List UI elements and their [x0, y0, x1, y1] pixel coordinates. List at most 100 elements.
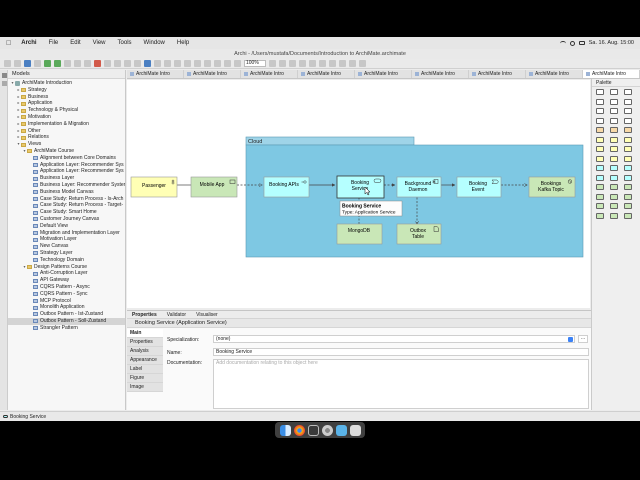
tree-item[interactable]: ▸ Other — [8, 128, 125, 135]
palette-tool[interactable] — [596, 193, 608, 203]
tree-item[interactable]: Strangler Pattern — [8, 325, 125, 332]
palette-tool[interactable] — [624, 203, 636, 212]
tree-item[interactable]: ▸ Application — [8, 100, 125, 107]
properties-section-analysis[interactable]: Analysis — [127, 347, 163, 356]
palette-tool[interactable] — [624, 165, 636, 174]
default-size-icon[interactable] — [234, 60, 241, 67]
tree-item[interactable]: Anti-Corruption Layer — [8, 270, 125, 277]
align-bottom-icon[interactable] — [204, 60, 211, 67]
menu-window[interactable]: Window — [138, 40, 171, 46]
node-kafka-topic[interactable]: Bookings Kafka Topic — [528, 176, 576, 198]
wifi-icon[interactable] — [559, 40, 566, 46]
palette-tool[interactable] — [610, 117, 622, 127]
palette-tool[interactable] — [596, 174, 608, 184]
palette-tool[interactable] — [596, 117, 608, 127]
palette-tool[interactable] — [610, 165, 622, 174]
properties-section-figure[interactable]: Figure — [127, 374, 163, 383]
match-height-icon[interactable] — [224, 60, 231, 67]
cut-icon[interactable] — [64, 60, 71, 67]
palette-tool[interactable] — [610, 212, 622, 222]
editor-tab[interactable]: ArchiMate Intro — [184, 70, 241, 78]
tree-item[interactable]: ▸ Implementation & Migration — [8, 121, 125, 128]
new-model-icon[interactable] — [4, 60, 11, 67]
tree-item[interactable]: ▸ Business — [8, 94, 125, 101]
palette-tool[interactable] — [596, 136, 608, 146]
finder-icon[interactable] — [279, 424, 291, 436]
tree-item[interactable]: ▸ Strategy — [8, 87, 125, 94]
menu-view[interactable]: View — [87, 40, 112, 46]
palette-tool[interactable] — [596, 155, 608, 165]
preview-icon[interactable] — [335, 424, 347, 436]
palette-tool[interactable] — [624, 89, 636, 98]
tree-item[interactable]: Outbox Pattern - Soll-Zustand — [8, 317, 125, 325]
specialization-manager-button[interactable]: … — [578, 335, 588, 343]
palette-tool[interactable] — [596, 146, 608, 155]
fill-colour-icon[interactable] — [269, 60, 276, 67]
palette-tool[interactable] — [624, 136, 636, 146]
tree-item[interactable]: CQRS Pattern - Async — [8, 284, 125, 291]
palette-tool[interactable] — [624, 117, 636, 127]
chrome-icon[interactable] — [293, 424, 305, 436]
tree-item[interactable]: Business Layer — [8, 175, 125, 182]
node-mobile-app[interactable]: Mobile App — [190, 176, 238, 198]
align-middle-icon[interactable] — [194, 60, 201, 67]
connection-router-icon[interactable] — [339, 60, 346, 67]
palette-tool[interactable] — [624, 127, 636, 136]
tab-visualiser[interactable]: Visualiser — [196, 311, 218, 318]
align-top-icon[interactable] — [184, 60, 191, 67]
delete-icon[interactable] — [94, 60, 101, 67]
rename-icon[interactable] — [104, 60, 111, 67]
copy-icon[interactable] — [74, 60, 81, 67]
editor-tab[interactable]: ArchiMate Intro — [355, 70, 412, 78]
apple-icon[interactable]:  — [0, 40, 15, 47]
menu-help[interactable]: Help — [171, 40, 195, 46]
palette-tool[interactable] — [610, 108, 622, 117]
palette-tool[interactable] — [596, 212, 608, 222]
tree-item[interactable]: CQRS Pattern - Sync — [8, 291, 125, 298]
zoom-combo[interactable]: 100% — [244, 60, 266, 67]
palette-tool[interactable] — [610, 146, 622, 155]
palette-tool[interactable] — [624, 212, 636, 222]
text-alignment-icon[interactable] — [309, 60, 316, 67]
undo-icon[interactable] — [44, 60, 51, 67]
navigator-icon[interactable] — [134, 60, 141, 67]
align-center-icon[interactable] — [164, 60, 171, 67]
tree-item[interactable]: New Canvas — [8, 243, 125, 250]
system-settings-icon[interactable] — [321, 424, 333, 436]
palette-tool[interactable] — [596, 108, 608, 117]
open-model-icon[interactable] — [14, 60, 21, 67]
palette-tool[interactable] — [624, 193, 636, 203]
properties-section-label[interactable]: Label — [127, 365, 163, 374]
palette-tool[interactable] — [596, 165, 608, 174]
tree-item[interactable]: API Gateway — [8, 277, 125, 284]
palette-tool[interactable] — [610, 89, 622, 98]
tree-item[interactable]: ▸ Motivation — [8, 114, 125, 121]
tree-item[interactable]: Business Model Canvas — [8, 189, 125, 196]
select-all-icon[interactable] — [114, 60, 121, 67]
palette-tool[interactable] — [596, 203, 608, 212]
node-booking-apis[interactable]: Booking APIs — [263, 176, 310, 198]
tree-item[interactable]: Migration and Implementation Layer — [8, 230, 125, 237]
outline-icon[interactable] — [144, 60, 151, 67]
menu-tools[interactable]: Tools — [112, 40, 138, 46]
palette-tool[interactable] — [624, 108, 636, 117]
search-icon[interactable] — [569, 40, 575, 46]
editor-tab[interactable]: ArchiMate Intro — [298, 70, 355, 78]
tab-properties[interactable]: Properties — [132, 311, 157, 318]
archi-icon[interactable] — [307, 424, 319, 436]
properties-section-image[interactable]: Image — [127, 383, 163, 392]
palette-tool[interactable] — [610, 98, 622, 108]
bring-front-icon[interactable] — [349, 60, 356, 67]
line-colour-icon[interactable] — [279, 60, 286, 67]
text-position-icon[interactable] — [319, 60, 326, 67]
match-width-icon[interactable] — [214, 60, 221, 67]
align-left-icon[interactable] — [154, 60, 161, 67]
tree-item[interactable]: ▸ Relations — [8, 134, 125, 141]
tree-item[interactable]: Case Study: Return Process - Is-Arch — [8, 196, 125, 203]
palette-tool[interactable] — [610, 174, 622, 184]
models-view-icon[interactable] — [1, 73, 7, 78]
font-icon[interactable] — [289, 60, 296, 67]
trash-icon[interactable] — [349, 424, 361, 436]
tree-item[interactable]: Customer Journey Canvas — [8, 216, 125, 223]
editor-tab[interactable]: ArchiMate Intro — [241, 70, 298, 78]
